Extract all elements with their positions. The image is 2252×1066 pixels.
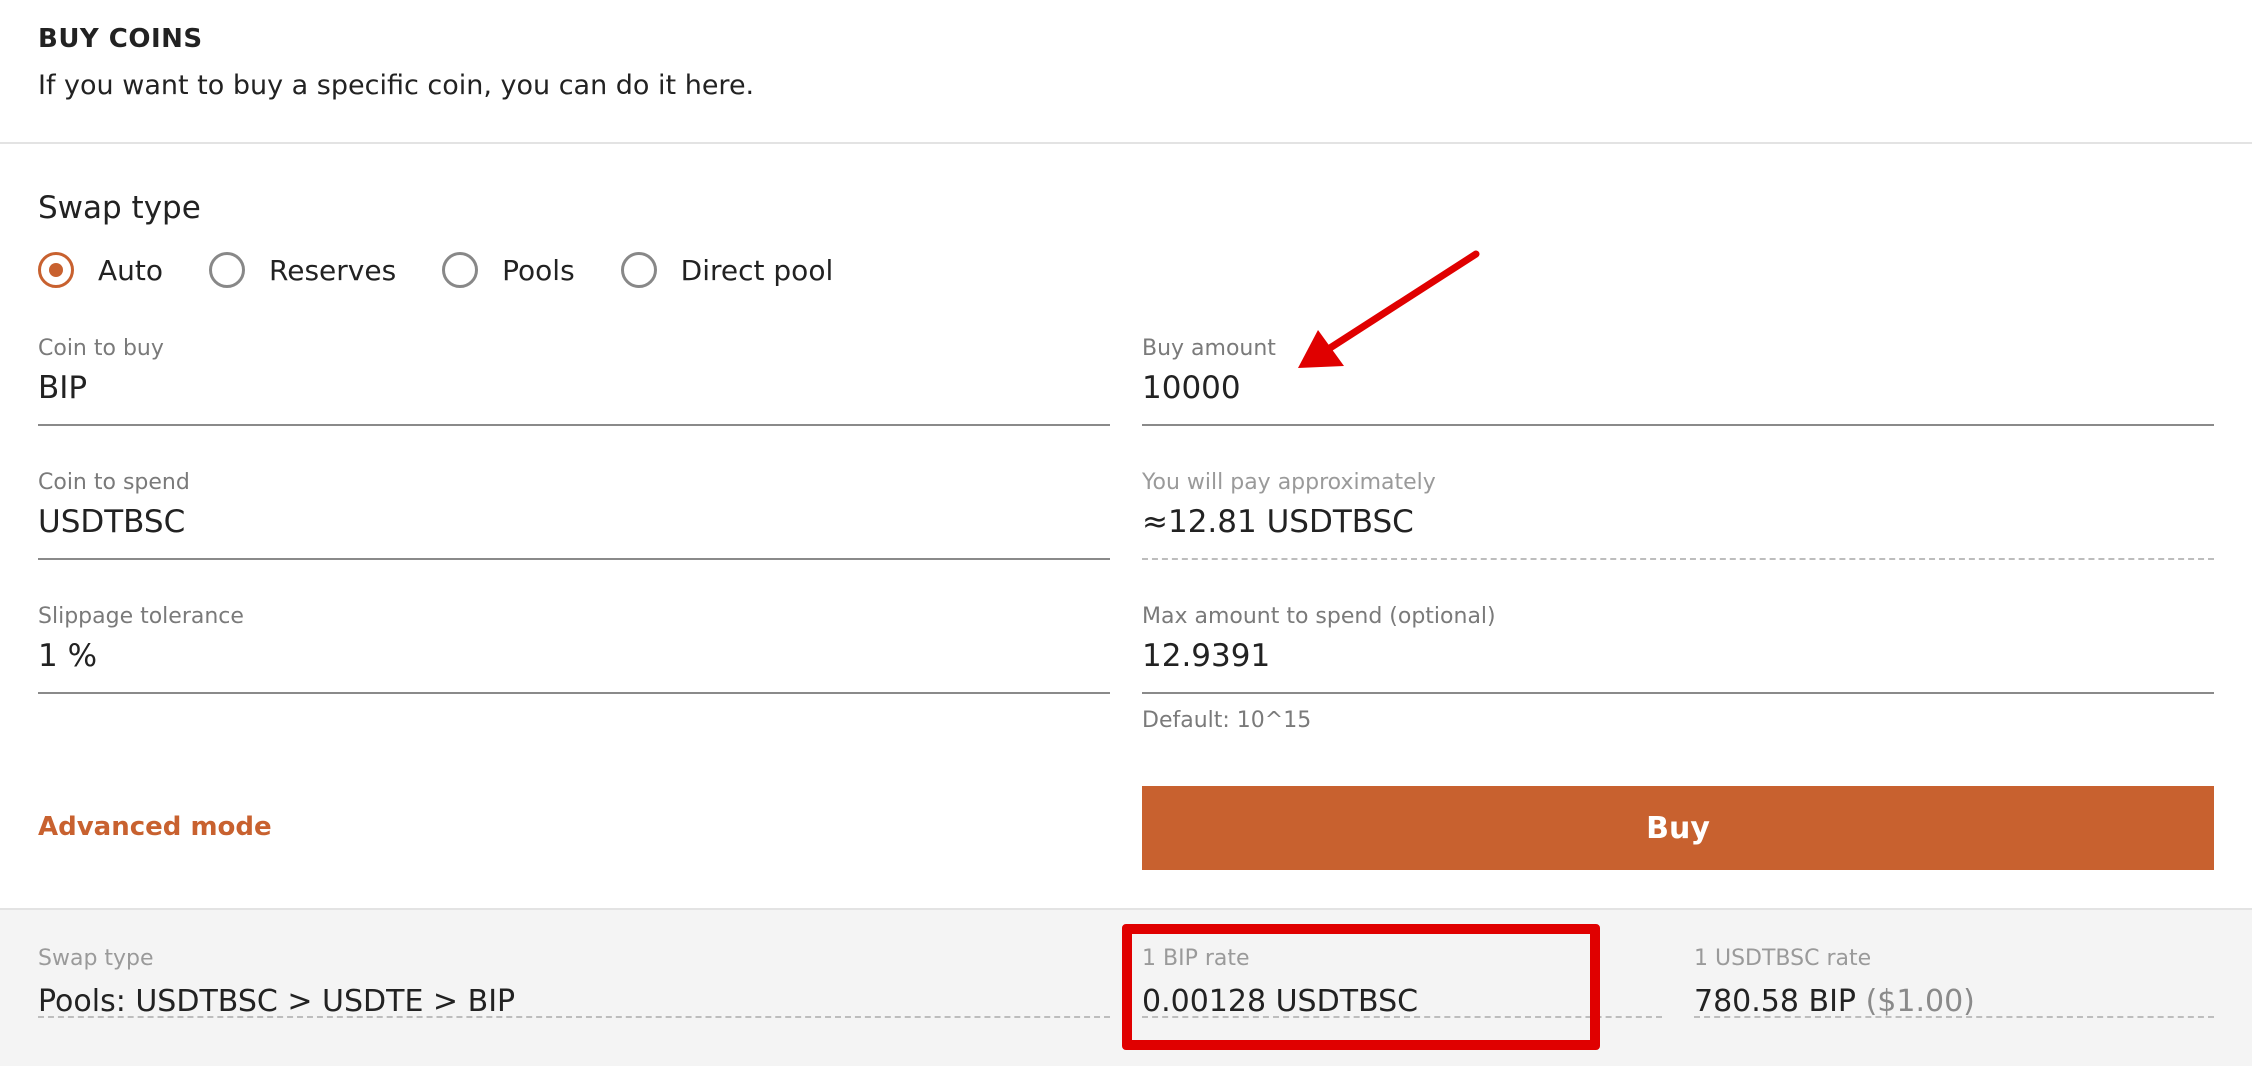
radio-direct-pool-label: Direct pool: [680, 253, 834, 287]
radio-checked-icon[interactable]: [38, 252, 74, 288]
radio-pools[interactable]: Pools: [442, 252, 575, 288]
summary-swap-type: Swap type Pools: USDTBSC > USDTE > BIP: [38, 946, 1110, 1019]
radio-reserves-label: Reserves: [269, 253, 397, 287]
coin-to-spend-field[interactable]: Coin to spend USDTBSC: [38, 470, 1110, 560]
slippage-label: Slippage tolerance: [38, 604, 244, 629]
radio-pools-label: Pools: [502, 253, 575, 287]
max-spend-label: Max amount to spend (optional): [1142, 604, 1496, 629]
radio-reserves[interactable]: Reserves: [209, 252, 396, 288]
advanced-mode-link[interactable]: Advanced mode: [38, 812, 272, 842]
page-subtitle: If you want to buy a specific coin, you …: [38, 70, 755, 101]
buy-amount-input[interactable]: 10000: [1142, 370, 1241, 406]
max-spend-field[interactable]: Max amount to spend (optional) 12.9391: [1142, 604, 2214, 694]
radio-unchecked-icon[interactable]: [620, 252, 657, 288]
coin-to-buy-input[interactable]: BIP: [38, 370, 87, 406]
swap-type-label: Swap type: [38, 190, 201, 226]
coin-to-spend-input[interactable]: USDTBSC: [38, 504, 185, 540]
page-title: BUY COINS: [38, 24, 203, 54]
buy-button[interactable]: Buy: [1142, 786, 2214, 870]
arrow-shaft: [1326, 250, 1480, 352]
highlight-box: [1122, 924, 1600, 1050]
radio-unchecked-icon[interactable]: [209, 252, 246, 288]
radio-auto[interactable]: Auto: [38, 252, 163, 288]
slippage-input[interactable]: 1 %: [38, 638, 97, 674]
slippage-field[interactable]: Slippage tolerance 1 %: [38, 604, 1110, 694]
usdtbsc-rate-usd: ($1.00): [1865, 984, 1975, 1019]
pay-approx-value: ≈12.81 USDTBSC: [1142, 504, 1414, 540]
radio-unchecked-icon[interactable]: [442, 252, 479, 288]
buy-amount-label: Buy amount: [1142, 336, 1276, 361]
summary-usdtbsc-rate-value: 780.58 BIP ($1.00): [1694, 984, 1975, 1019]
usdtbsc-rate-bip: 780.58 BIP: [1694, 984, 1857, 1019]
max-spend-hint: Default: 10^15: [1142, 708, 1312, 733]
pay-approx-label: You will pay approximately: [1142, 470, 1436, 495]
coin-to-buy-label: Coin to buy: [38, 336, 164, 361]
buy-amount-field[interactable]: Buy amount 10000: [1142, 336, 2214, 426]
coin-to-buy-field[interactable]: Coin to buy BIP: [38, 336, 1110, 426]
summary-swap-type-value: Pools: USDTBSC > USDTE > BIP: [38, 984, 516, 1019]
swap-type-radio-group: Auto Reserves Pools Direct pool: [38, 248, 879, 292]
radio-auto-label: Auto: [98, 253, 164, 287]
coin-to-spend-label: Coin to spend: [38, 470, 190, 495]
page-header: BUY COINS If you want to buy a specific …: [0, 0, 2252, 144]
summary-swap-type-label: Swap type: [38, 946, 154, 971]
radio-direct-pool[interactable]: Direct pool: [620, 252, 834, 288]
pay-approx-field: You will pay approximately ≈12.81 USDTBS…: [1142, 470, 2214, 560]
summary-usdtbsc-rate-label: 1 USDTBSC rate: [1694, 946, 1872, 971]
summary-usdtbsc-rate: 1 USDTBSC rate 780.58 BIP ($1.00): [1694, 946, 2214, 1019]
max-spend-input[interactable]: 12.9391: [1142, 638, 1270, 674]
